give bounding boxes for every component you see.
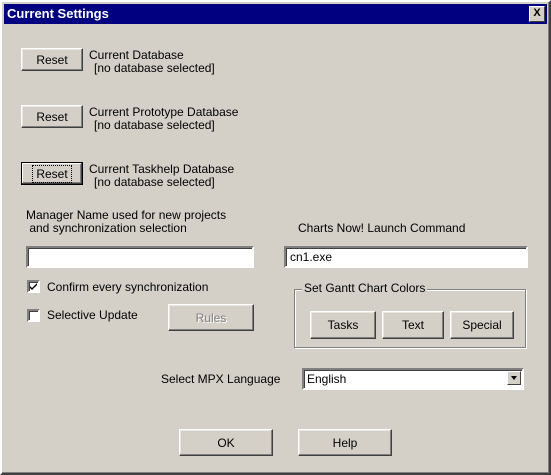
current-database-status: [no database selected] (94, 61, 215, 75)
selective-update-label[interactable]: Selective Update (47, 309, 138, 322)
reset-current-database-button[interactable]: Reset (21, 48, 83, 71)
taskhelp-database-status: [no database selected] (94, 175, 215, 189)
ok-label: OK (217, 435, 235, 450)
checkmark-icon (30, 283, 37, 290)
special-label: Special (462, 318, 502, 332)
rules-button[interactable]: Rules (168, 304, 254, 331)
selective-update-checkbox[interactable] (27, 309, 40, 322)
gantt-colors-group-title: Set Gantt Chart Colors (302, 281, 428, 295)
prototype-database-status: [no database selected] (94, 118, 215, 132)
manager-name-input[interactable] (26, 246, 254, 268)
text-label: Text (401, 318, 424, 332)
mpx-language-value: English (307, 372, 347, 386)
mpx-language-label: Select MPX Language (161, 372, 281, 386)
window-title: Current Settings (7, 6, 109, 21)
confirm-sync-checkbox[interactable] (27, 280, 40, 293)
ok-button[interactable]: OK (179, 429, 273, 456)
reset-prototype-database-button[interactable]: Reset (21, 105, 83, 128)
current-settings-dialog: Current Settings X Reset Current Databas… (0, 0, 551, 475)
reset-label: Reset (36, 52, 68, 67)
help-button[interactable]: Help (298, 429, 392, 456)
tasks-label: Tasks (327, 318, 359, 332)
reset-label: Reset (36, 109, 68, 124)
mpx-language-select[interactable]: English (302, 368, 524, 390)
manager-name-label-line2: and synchronization selection (26, 221, 187, 235)
close-button[interactable]: X (529, 6, 545, 22)
reset-label: Reset (32, 164, 72, 183)
close-icon: X (533, 7, 541, 19)
gantt-special-button[interactable]: Special (450, 311, 514, 339)
gantt-text-button[interactable]: Text (382, 311, 444, 339)
chevron-down-icon (511, 376, 517, 380)
gantt-tasks-button[interactable]: Tasks (310, 311, 376, 339)
title-bar[interactable]: Current Settings X (4, 4, 547, 24)
rules-label: Rules (195, 310, 227, 325)
reset-taskhelp-database-button[interactable]: Reset (21, 162, 83, 185)
charts-now-label: Charts Now! Launch Command (298, 221, 466, 235)
help-label: Help (332, 435, 358, 450)
confirm-sync-label[interactable]: Confirm every synchronization (47, 281, 208, 294)
dropdown-button[interactable] (507, 371, 521, 385)
charts-now-command-input[interactable]: cn1.exe (284, 246, 528, 268)
